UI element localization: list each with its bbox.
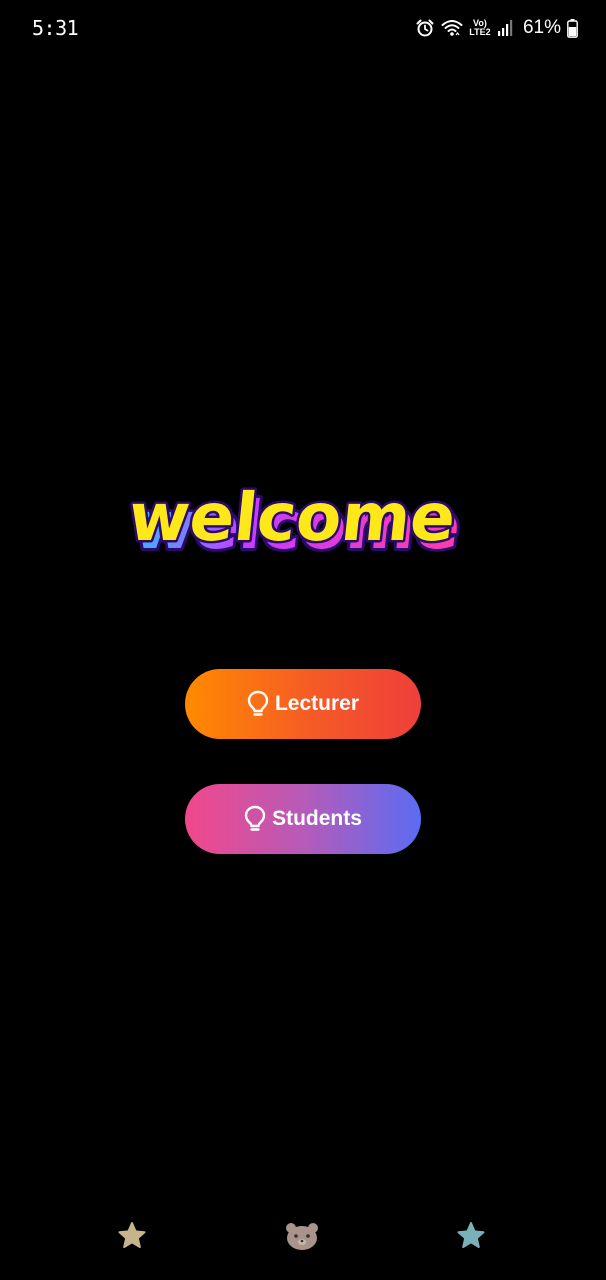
status-time: 5:31	[32, 16, 79, 40]
wifi-icon	[441, 18, 463, 38]
bear-icon[interactable]	[284, 1220, 320, 1252]
lecturer-button-label: Lecturer	[274, 692, 360, 715]
students-button[interactable]: Students	[185, 784, 421, 854]
battery-percent: 61%	[522, 17, 561, 38]
welcome-front-text: welcome	[128, 479, 459, 556]
status-icons: Vo) LTE2 61%	[415, 14, 578, 42]
network-label-bottom: LTE2	[469, 27, 491, 37]
star-icon[interactable]	[455, 1220, 487, 1252]
alarm-icon	[415, 18, 435, 38]
students-button-label: Students	[272, 807, 362, 830]
battery-icon	[567, 18, 578, 38]
lightbulb-icon	[244, 805, 266, 833]
star-icon[interactable]	[116, 1220, 148, 1252]
signal-icon	[497, 19, 513, 37]
welcome-graphic: welcome welcome welcome welcome	[128, 477, 467, 567]
lecturer-button[interactable]: Lecturer	[185, 669, 421, 739]
network-type-label: Vo) LTE2	[469, 19, 491, 37]
welcome-banner: welcome welcome welcome welcome	[128, 450, 468, 580]
status-bar: 5:31 Vo) LTE2 61%	[0, 0, 606, 56]
bottom-nav	[0, 1200, 606, 1280]
lightbulb-icon	[247, 690, 269, 718]
